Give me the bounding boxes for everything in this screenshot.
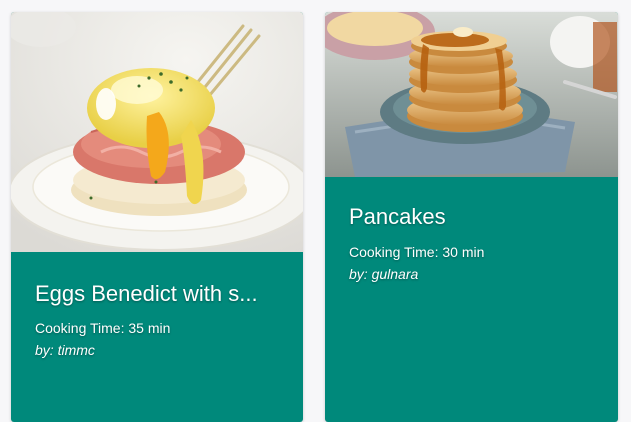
- recipe-image-pancakes: [325, 12, 618, 177]
- recipe-author: by: timmc: [35, 342, 95, 358]
- recipe-cooking-time: Cooking Time: 35 min: [35, 320, 171, 336]
- recipe-card-body: Eggs Benedict with s... Cooking Time: 35…: [11, 252, 303, 422]
- recipe-card[interactable]: Pancakes Cooking Time: 30 min by: gulnar…: [325, 12, 618, 422]
- recipe-title[interactable]: Eggs Benedict with s...: [35, 280, 279, 308]
- recipe-card[interactable]: Eggs Benedict with s... Cooking Time: 35…: [11, 12, 303, 422]
- recipe-author: by: gulnara: [349, 266, 419, 282]
- recipe-card-body: Pancakes Cooking Time: 30 min by: gulnar…: [325, 177, 618, 422]
- recipe-image-eggs-benedict: [11, 12, 303, 252]
- recipe-title[interactable]: Pancakes: [349, 203, 594, 231]
- recipe-cooking-time: Cooking Time: 30 min: [349, 244, 485, 260]
